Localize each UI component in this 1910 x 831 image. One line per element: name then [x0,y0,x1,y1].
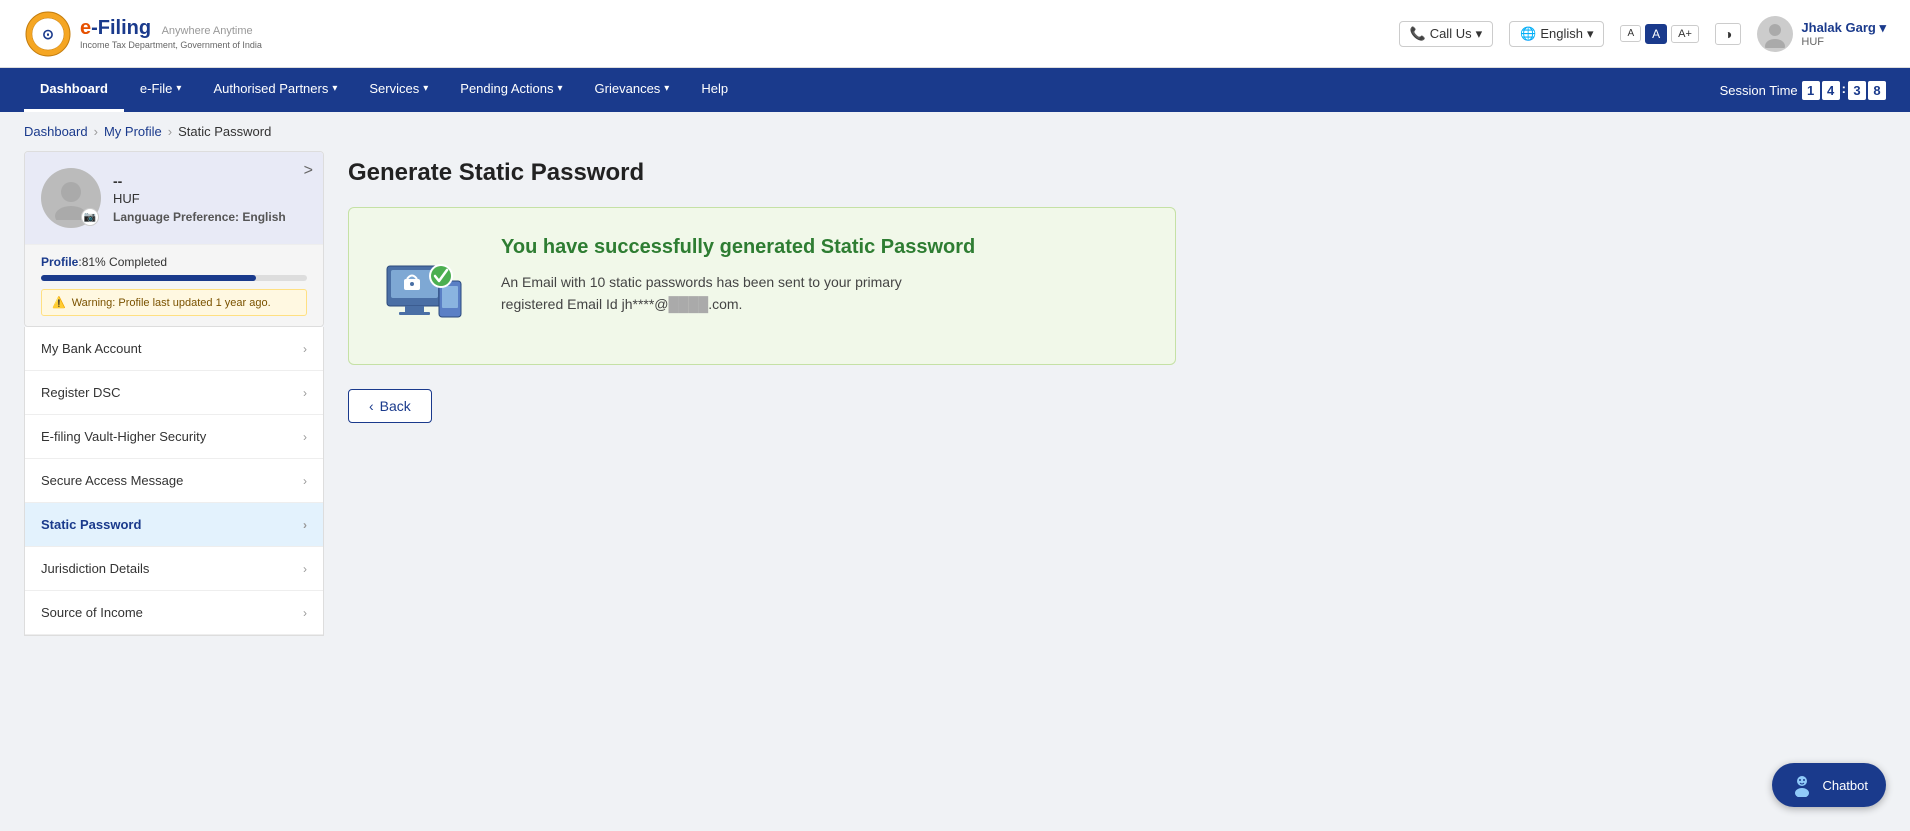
nav-item-pending[interactable]: Pending Actions ▾ [444,68,578,112]
user-avatar [1757,16,1793,52]
profile-expand-button[interactable]: > [304,162,313,180]
warning-box: ⚠️ Warning: Profile last updated 1 year … [41,289,307,316]
camera-icon[interactable]: 📷 [81,208,99,226]
menu-item-jurisdiction[interactable]: Jurisdiction Details › [25,547,323,591]
left-panel: 📷 -- HUF Language Preference: English > … [24,151,324,636]
profile-card: 📷 -- HUF Language Preference: English > … [24,151,324,327]
breadcrumb-dashboard[interactable]: Dashboard [24,124,88,139]
language-button[interactable]: 🌐 English ▾ [1509,21,1604,47]
contrast-button[interactable]: ◑ [1715,23,1741,45]
success-content: You have successfully generated Static P… [501,236,975,316]
menu-item-vault[interactable]: E-filing Vault-Higher Security › [25,415,323,459]
profile-avatar: 📷 [41,168,101,228]
breadcrumb-sep2: › [168,124,172,139]
session-d4: 8 [1868,81,1886,100]
menu-item-secure[interactable]: Secure Access Message › [25,459,323,503]
call-dropdown-icon: ▾ [1476,26,1483,42]
user-type: HUF [1801,36,1886,48]
success-illustration-svg [377,236,477,336]
menu-item-static[interactable]: Static Password › [25,503,323,547]
breadcrumb-myprofile[interactable]: My Profile [104,124,162,139]
breadcrumb-current: Static Password [178,124,271,139]
main-content: 📷 -- HUF Language Preference: English > … [0,151,1200,660]
services-arrow-icon: ▾ [423,83,428,94]
chatbot-icon [1790,773,1814,797]
logo-text: e-Filing Anywhere Anytime Income Tax Dep… [80,17,262,50]
font-controls: A A A+ [1620,24,1698,44]
profile-header: 📷 -- HUF Language Preference: English > [25,152,323,244]
logo-dept: Income Tax Department, Government of Ind… [80,40,262,50]
phone-icon: 📞 [1410,26,1426,42]
svg-text:⊙: ⊙ [42,26,54,42]
menu-item-income[interactable]: Source of Income › [25,591,323,635]
success-card: You have successfully generated Static P… [348,207,1176,365]
user-name: Jhalak Garg ▾ [1801,20,1886,36]
breadcrumb-sep1: › [94,124,98,139]
efile-arrow-icon: ▾ [176,83,181,94]
menu-item-dsc[interactable]: Register DSC › [25,371,323,415]
font-large-button[interactable]: A+ [1671,25,1699,43]
auth-arrow-icon: ▾ [332,83,337,94]
nav-item-help[interactable]: Help [685,68,744,112]
progress-label: Profile:81% Completed [41,255,307,269]
right-panel: Generate Static Password [348,151,1176,636]
session-digits: 1 4 : 3 8 [1802,81,1886,100]
sidebar-menu: My Bank Account › Register DSC › E-filin… [24,327,324,636]
logo-area: ⊙ e-Filing Anywhere Anytime Income Tax D… [24,10,262,58]
success-text: An Email with 10 static passwords has be… [501,271,975,316]
session-time: Session Time 1 4 : 3 8 [1720,81,1886,100]
font-medium-button[interactable]: A [1645,24,1667,44]
session-d2: 4 [1822,81,1840,100]
contrast-icon: ◑ [1724,26,1732,42]
breadcrumb: Dashboard › My Profile › Static Password [0,112,1910,151]
nav-item-grievances[interactable]: Grievances ▾ [579,68,686,112]
session-d1: 1 [1802,81,1820,100]
progress-bar-bg [41,275,307,281]
user-avatar-icon [1761,20,1789,48]
menu-arrow-jurisdiction: › [303,562,307,576]
header: ⊙ e-Filing Anywhere Anytime Income Tax D… [0,0,1910,68]
menu-arrow-dsc: › [303,386,307,400]
progress-bar-fill [41,275,256,281]
header-right: 📞 Call Us ▾ 🌐 English ▾ A A A+ ◑ [1399,16,1887,52]
success-illustration [377,236,477,336]
warning-icon: ⚠️ [52,296,66,309]
profile-lang: Language Preference: English [113,210,307,224]
profile-progress: Profile:81% Completed ⚠️ Warning: Profil… [25,244,323,326]
user-area[interactable]: Jhalak Garg ▾ HUF [1757,16,1886,52]
chatbot-label: Chatbot [1822,778,1868,793]
grievances-arrow-icon: ▾ [664,83,669,94]
pending-arrow-icon: ▾ [558,83,563,94]
menu-arrow-static: › [303,518,307,532]
menu-arrow-secure: › [303,474,307,488]
chatbot-button[interactable]: Chatbot [1772,763,1886,807]
logo-title: e-Filing Anywhere Anytime [80,17,262,40]
session-d3: 3 [1848,81,1866,100]
nav-items: Dashboard e-File ▾ Authorised Partners ▾… [24,68,1720,112]
lang-dropdown-icon: ▾ [1587,26,1594,42]
menu-arrow-income: › [303,606,307,620]
globe-icon: 🌐 [1520,26,1536,42]
nav-item-authorised[interactable]: Authorised Partners ▾ [197,68,353,112]
success-title: You have successfully generated Static P… [501,236,975,259]
emblem-icon: ⊙ [24,10,72,58]
back-icon: ‹ [369,398,374,414]
session-colon: : [1842,81,1846,100]
call-us-button[interactable]: 📞 Call Us ▾ [1399,21,1494,47]
page-title: Generate Static Password [348,159,1176,187]
nav-item-services[interactable]: Services ▾ [353,68,444,112]
menu-item-bank[interactable]: My Bank Account › [25,327,323,371]
profile-info: -- HUF Language Preference: English [113,173,307,224]
nav-item-efile[interactable]: e-File ▾ [124,68,198,112]
navbar: Dashboard e-File ▾ Authorised Partners ▾… [0,68,1910,112]
menu-arrow-vault: › [303,430,307,444]
profile-name-sub: HUF [113,191,307,206]
back-button[interactable]: ‹ Back [348,389,432,423]
profile-name: -- [113,173,307,189]
menu-arrow-bank: › [303,342,307,356]
nav-item-dashboard[interactable]: Dashboard [24,68,124,112]
font-small-button[interactable]: A [1620,25,1641,42]
user-info: Jhalak Garg ▾ HUF [1801,20,1886,48]
